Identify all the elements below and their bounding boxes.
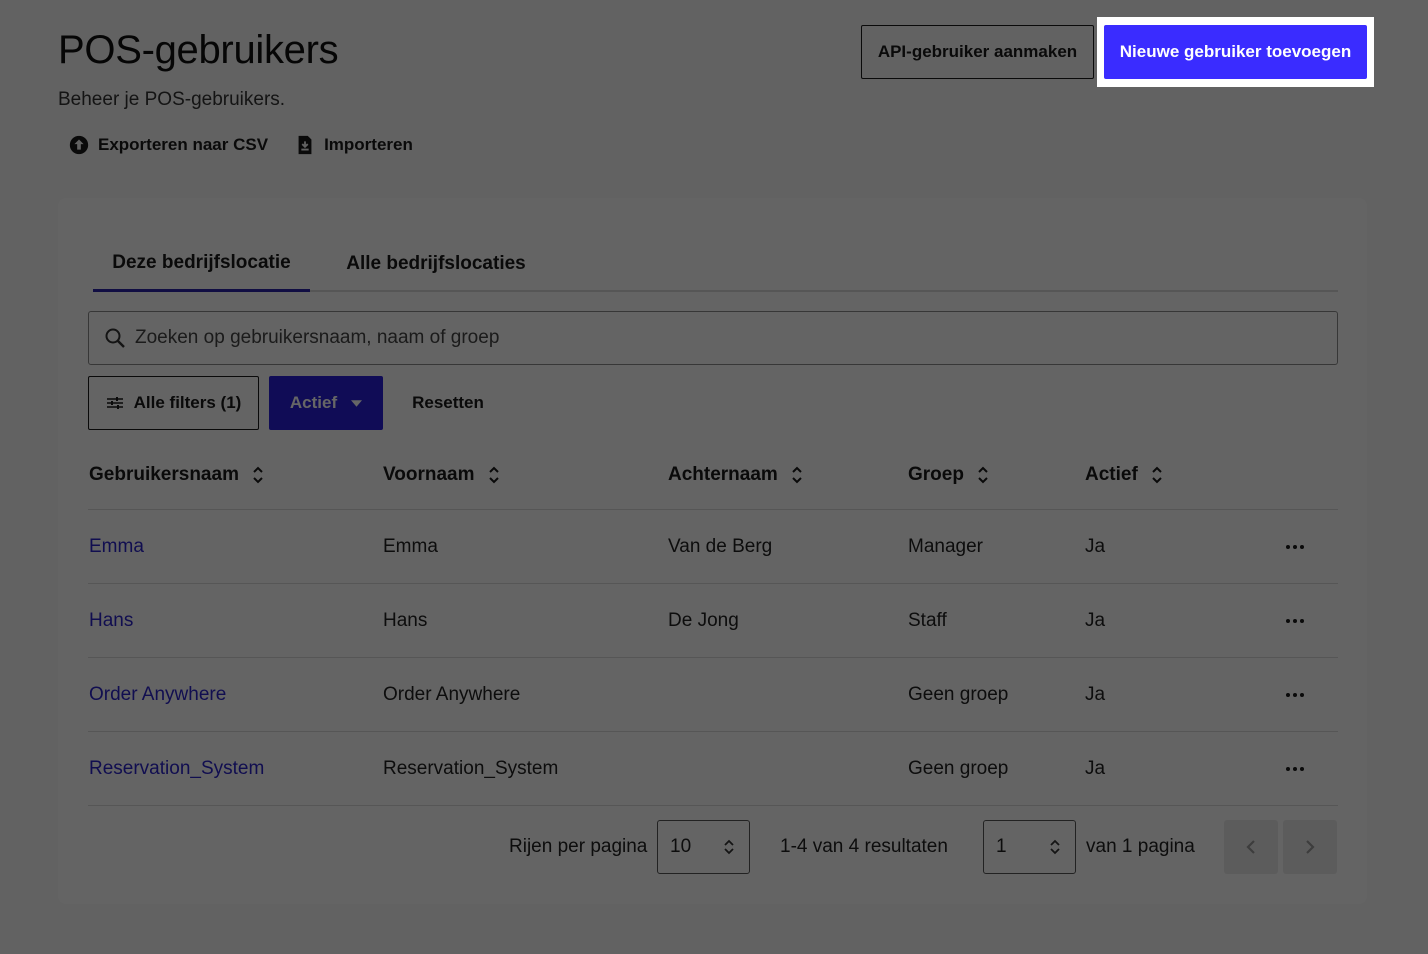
filter-sliders-icon [106,397,123,409]
add-new-user-button[interactable]: Nieuwe gebruiker toevoegen [1104,25,1367,79]
location-tabs: Deze bedrijfslocatie Alle bedrijfslocati… [93,236,1338,292]
column-header-label: Achternaam [668,464,778,485]
last-name-cell: De Jong [668,610,739,631]
table-row: Reservation_System Reservation_System Ge… [88,732,1338,806]
more-horizontal-icon [1286,545,1304,549]
more-horizontal-icon [1286,767,1304,771]
column-header-group[interactable]: Groep [908,440,990,510]
export-csv-label: Exporteren naar CSV [98,135,269,154]
sort-icon [978,466,988,484]
chevron-left-icon [1246,840,1255,854]
active-cell: Ja [1085,758,1106,779]
sort-icon [253,466,263,484]
page-number-value: 1 [996,836,1007,857]
export-csv-link[interactable]: Exporteren naar CSV [68,134,268,156]
rows-per-page-label: Rijen per pagina [509,836,648,857]
username-link[interactable]: Emma [89,510,144,584]
active-filter-label: Actief [289,393,338,412]
row-actions-button[interactable] [1283,732,1307,806]
first-name-cell: Hans [383,610,428,631]
table-row: Emma Emma Van de Berg Manager Ja [88,510,1338,584]
tab-all-locations[interactable]: Alle bedrijfslocaties [331,236,541,292]
active-cell: Ja [1085,610,1106,631]
group-cell: Manager [908,536,983,557]
previous-page-button[interactable] [1224,820,1278,874]
chevron-right-icon [1306,840,1315,854]
active-cell: Ja [1085,684,1106,705]
rows-per-page-value: 10 [670,836,692,857]
active-cell: Ja [1085,536,1106,557]
sort-icon [792,466,802,484]
table-row: Order Anywhere Order Anywhere Geen groep… [88,658,1338,732]
column-header-last-name[interactable]: Achternaam [668,440,804,510]
rows-per-page-select[interactable]: 10 [657,820,750,874]
create-api-user-button[interactable]: API-gebruiker aanmaken [861,25,1094,79]
first-name-cell: Order Anywhere [383,684,521,705]
more-horizontal-icon [1286,619,1304,623]
pos-users-page: POS-gebruikers Beheer je POS-gebruikers.… [0,0,1428,954]
page-total-label: van 1 pagina [1086,836,1195,857]
column-header-username[interactable]: Gebruikersnaam [89,440,265,510]
upload-icon [69,135,89,155]
first-name-cell: Emma [383,536,438,557]
search-input[interactable] [135,327,1337,349]
group-cell: Staff [908,610,947,631]
caret-down-icon [351,399,363,407]
column-header-label: Actief [1085,464,1138,485]
first-name-cell: Reservation_System [383,758,559,779]
page-number-select[interactable]: 1 [983,820,1076,874]
results-count: 1-4 van 4 resultaten [780,836,948,857]
page-title: POS-gebruikers [58,28,339,72]
more-horizontal-icon [1286,693,1304,697]
next-page-button[interactable] [1283,820,1337,874]
all-filters-label: Alle filters (1) [133,393,242,412]
table-header: Gebruikersnaam Voornaam Achternaam Groep… [88,440,1338,510]
search-icon [105,328,125,348]
group-cell: Geen groep [908,684,1009,705]
column-header-active[interactable]: Actief [1085,440,1164,510]
username-link[interactable]: Order Anywhere [89,658,226,732]
row-actions-button[interactable] [1283,510,1307,584]
import-label: Importeren [324,135,413,154]
username-link[interactable]: Hans [89,584,133,658]
page-actions: Exporteren naar CSV Importeren [68,134,413,156]
row-actions-button[interactable] [1283,584,1307,658]
select-updown-icon [724,839,734,855]
last-name-cell: Van de Berg [668,536,773,557]
column-header-label: Voornaam [383,464,475,485]
page-subtitle: Beheer je POS-gebruikers. [58,89,286,110]
tab-this-location[interactable]: Deze bedrijfslocatie [93,236,310,292]
import-link[interactable]: Importeren [294,134,413,156]
group-cell: Geen groep [908,758,1009,779]
file-import-icon [298,135,312,155]
column-header-label: Groep [908,464,964,485]
row-actions-button[interactable] [1283,658,1307,732]
table-row: Hans Hans De Jong Staff Ja [88,584,1338,658]
select-updown-icon [1050,839,1060,855]
sort-icon [488,466,499,484]
column-header-first-name[interactable]: Voornaam [383,440,501,510]
column-header-label: Gebruikersnaam [89,464,239,485]
search-field[interactable] [88,311,1338,365]
reset-filters-button[interactable]: Resetten [400,376,496,430]
all-filters-button[interactable]: Alle filters (1) [88,376,259,430]
active-filter-dropdown[interactable]: Actief [269,376,383,430]
sort-icon [1152,466,1162,484]
username-link[interactable]: Reservation_System [89,732,264,806]
